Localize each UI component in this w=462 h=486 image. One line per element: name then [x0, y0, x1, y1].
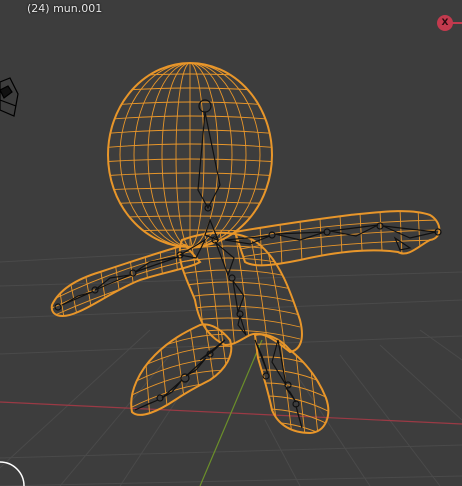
y-axis-line	[199, 339, 263, 486]
character-wireframe[interactable]	[50, 60, 441, 438]
3d-viewport[interactable]: (24) mun.001 X	[0, 0, 462, 486]
camera-icon[interactable]	[0, 77, 19, 117]
object-name-label: (24) mun.001	[27, 2, 103, 15]
floor-grid	[0, 251, 462, 486]
scene-canvas[interactable]	[0, 0, 462, 486]
gizmo-x-axis-button[interactable]: X	[437, 15, 453, 31]
navigation-circle-icon[interactable]	[0, 461, 25, 486]
